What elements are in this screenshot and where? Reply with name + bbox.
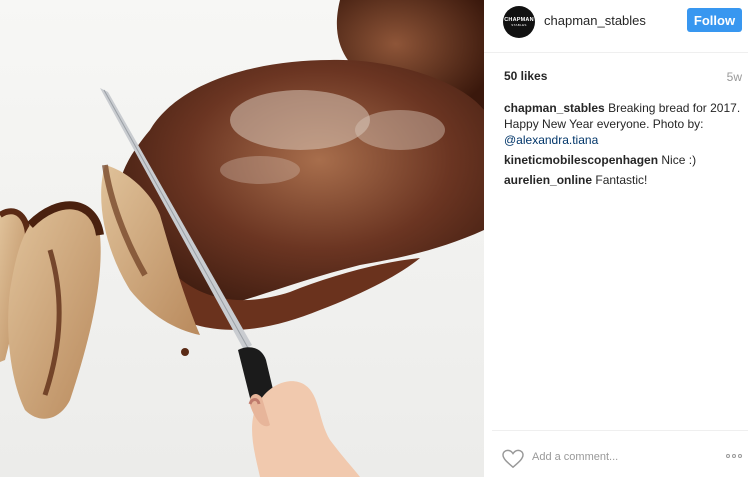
- post-age[interactable]: 5w: [727, 70, 742, 84]
- bread-photo-illustration: [0, 0, 484, 477]
- avatar-subtext: STABLES: [511, 23, 527, 27]
- dot: [732, 454, 736, 458]
- comment-text: Fantastic!: [595, 173, 648, 187]
- avatar[interactable]: CHAPMAN STABLES: [503, 6, 535, 38]
- dot: [738, 454, 742, 458]
- more-options-icon[interactable]: [726, 454, 744, 460]
- comment-text: Nice :): [661, 153, 697, 167]
- comment-username[interactable]: chapman_stables: [504, 101, 605, 115]
- mention-link[interactable]: @alexandra.tiana: [504, 133, 598, 147]
- comment-item: aurelien_online Fantastic!: [504, 172, 744, 188]
- comment-bar: Add a comment...: [492, 430, 748, 478]
- follow-button[interactable]: Follow: [687, 8, 742, 32]
- username-link[interactable]: chapman_stables: [544, 13, 646, 28]
- comments-list: chapman_stables Breaking bread for 2017.…: [504, 100, 744, 192]
- heart-icon[interactable]: [502, 449, 524, 469]
- comment-username[interactable]: kineticmobilescopenhagen: [504, 153, 658, 167]
- post-sidebar: CHAPMAN STABLES chapman_stables Follow 5…: [484, 0, 748, 477]
- post-photo[interactable]: [0, 0, 484, 477]
- instagram-post: CHAPMAN STABLES chapman_stables Follow 5…: [0, 0, 748, 477]
- comment-username[interactable]: aurelien_online: [504, 173, 592, 187]
- dot: [726, 454, 730, 458]
- post-header: CHAPMAN STABLES chapman_stables Follow: [484, 0, 748, 53]
- comment-item: chapman_stables Breaking bread for 2017.…: [504, 100, 744, 148]
- comment-item: kineticmobilescopenhagen Nice :): [504, 152, 744, 168]
- likes-count[interactable]: 50 likes: [504, 69, 547, 83]
- add-comment-input[interactable]: Add a comment...: [532, 451, 618, 463]
